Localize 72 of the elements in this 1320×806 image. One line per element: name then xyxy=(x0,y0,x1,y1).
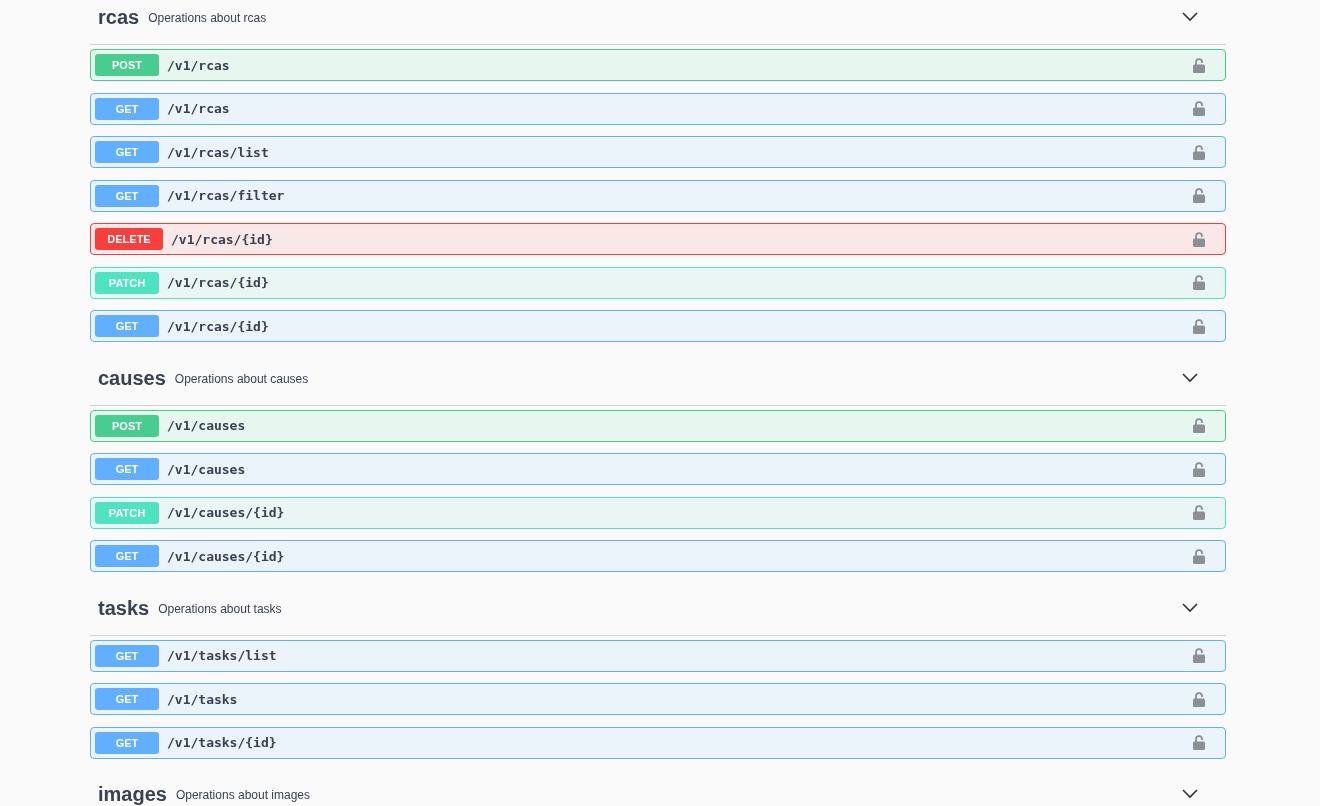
operation-row[interactable]: GET /v1/rcas/{id} xyxy=(90,310,1226,342)
operation-path: /v1/rcas/list xyxy=(167,144,269,160)
method-badge: GET xyxy=(95,731,159,754)
lock-icon[interactable] xyxy=(1193,735,1205,750)
section-title: images xyxy=(98,783,167,805)
method-badge: GET xyxy=(95,458,159,480)
operation-path: /v1/tasks/{id} xyxy=(167,735,277,750)
section-title: tasks xyxy=(98,596,150,619)
operation-row[interactable]: PATCH /v1/rcas/{id} xyxy=(90,266,1226,299)
method-badge: GET xyxy=(95,141,159,163)
operation-row[interactable]: GET /v1/tasks xyxy=(90,683,1226,715)
method-badge: GET xyxy=(95,688,159,710)
operation-path: /v1/tasks/list xyxy=(167,648,277,663)
operation-path: /v1/rcas xyxy=(167,101,230,116)
operation-row[interactable]: GET /v1/rcas/filter xyxy=(90,179,1226,212)
chevron-down-icon[interactable] xyxy=(1182,789,1198,799)
operation-row[interactable]: GET /v1/causes xyxy=(90,453,1226,485)
operation-path: /v1/causes xyxy=(167,461,246,477)
operation-row[interactable]: DELETE /v1/rcas/{id} xyxy=(90,223,1226,255)
operation-row[interactable]: GET /v1/causes/{id} xyxy=(90,540,1226,572)
chevron-down-icon[interactable] xyxy=(1182,602,1198,613)
section-description: Operations about causes xyxy=(174,371,309,386)
operation-row[interactable]: GET /v1/rcas xyxy=(90,92,1226,125)
section-header[interactable]: rcas Operations about rcas xyxy=(90,0,1226,45)
method-badge: GET xyxy=(95,315,159,337)
method-badge: GET xyxy=(95,184,159,207)
section-description: Operations about images xyxy=(175,788,311,802)
lock-icon[interactable] xyxy=(1193,461,1205,477)
section-title: causes xyxy=(98,366,166,389)
section-description: Operations about rcas xyxy=(148,11,267,25)
operation-path: /v1/rcas xyxy=(167,57,230,73)
lock-icon[interactable] xyxy=(1193,648,1205,663)
operation-row[interactable]: GET /v1/tasks/list xyxy=(90,639,1226,672)
chevron-down-icon[interactable] xyxy=(1182,12,1198,22)
method-badge: GET xyxy=(95,97,159,120)
operation-path: /v1/tasks xyxy=(167,691,238,707)
method-badge: GET xyxy=(95,644,159,667)
lock-icon[interactable] xyxy=(1193,548,1205,564)
operation-row[interactable]: POST /v1/rcas xyxy=(90,49,1226,81)
section-description: Operations about tasks xyxy=(158,601,282,616)
method-badge: PATCH xyxy=(95,271,159,294)
lock-icon[interactable] xyxy=(1193,275,1205,290)
operation-path: /v1/rcas/filter xyxy=(167,188,285,203)
lock-icon[interactable] xyxy=(1193,231,1205,247)
lock-icon[interactable] xyxy=(1193,144,1205,160)
operation-path: /v1/causes/{id} xyxy=(167,505,285,520)
chevron-down-icon[interactable] xyxy=(1182,372,1198,383)
lock-icon[interactable] xyxy=(1193,101,1205,116)
method-badge: DELETE xyxy=(95,228,163,250)
section-title: rcas xyxy=(98,6,140,28)
method-badge: POST xyxy=(95,414,159,437)
section-header[interactable]: tasks Operations about tasks xyxy=(90,590,1226,636)
section-header[interactable]: images Operations about images xyxy=(90,777,1226,806)
lock-icon[interactable] xyxy=(1193,318,1205,334)
operation-path: /v1/rcas/{id} xyxy=(167,275,269,290)
operation-row[interactable]: GET /v1/tasks/{id} xyxy=(90,726,1226,759)
lock-icon[interactable] xyxy=(1193,57,1205,73)
method-badge: POST xyxy=(95,54,159,76)
operation-path: /v1/causes xyxy=(167,418,246,433)
operation-row[interactable]: GET /v1/rcas/list xyxy=(90,136,1226,168)
lock-icon[interactable] xyxy=(1193,418,1205,433)
operation-row[interactable]: POST /v1/causes xyxy=(90,409,1226,442)
lock-icon[interactable] xyxy=(1193,505,1205,520)
operation-row[interactable]: PATCH /v1/causes/{id} xyxy=(90,496,1226,529)
operation-path: /v1/causes/{id} xyxy=(167,548,285,564)
lock-icon[interactable] xyxy=(1193,691,1205,707)
operation-path: /v1/rcas/{id} xyxy=(167,318,269,334)
method-badge: PATCH xyxy=(95,501,159,524)
lock-icon[interactable] xyxy=(1193,188,1205,203)
method-badge: GET xyxy=(95,545,159,567)
section-header[interactable]: causes Operations about causes xyxy=(90,360,1226,406)
operation-path: /v1/rcas/{id} xyxy=(171,231,273,247)
